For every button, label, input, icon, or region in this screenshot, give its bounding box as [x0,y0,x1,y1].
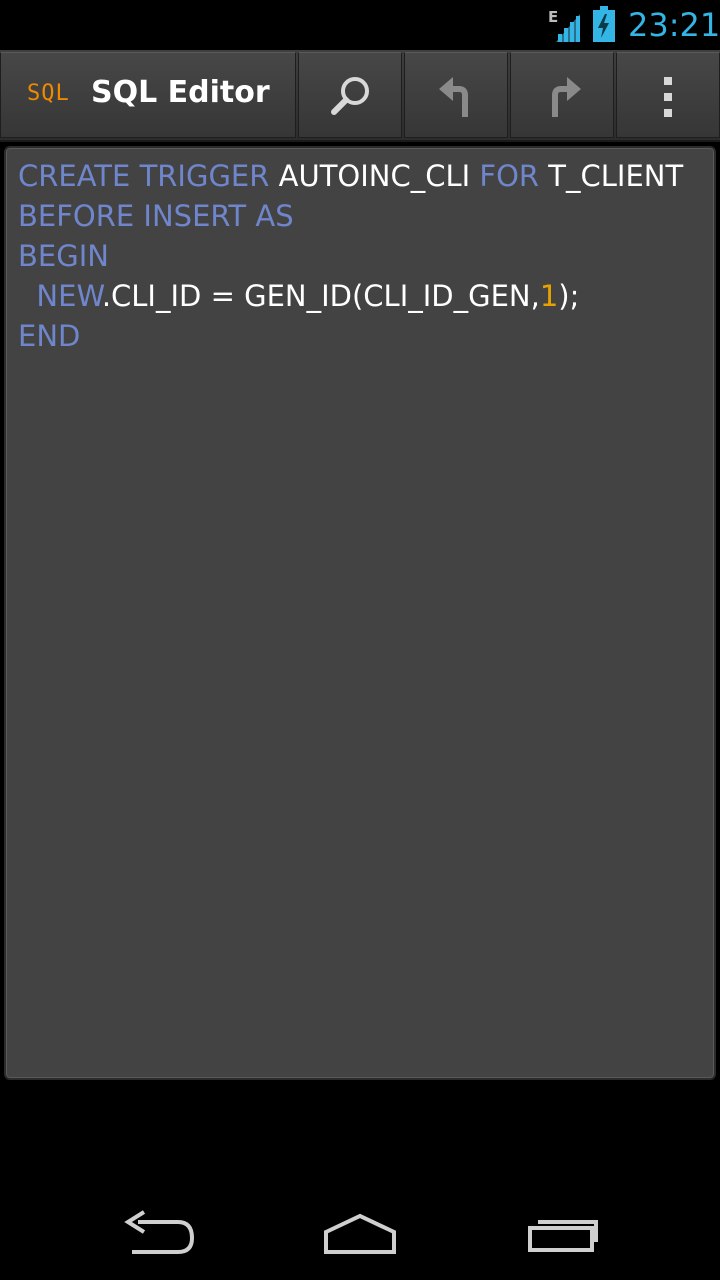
home-button[interactable] [300,1200,420,1270]
overflow-menu-button[interactable] [616,52,720,138]
sql-keyword: CREATE TRIGGER [18,159,279,193]
code-line: BEFORE INSERT AS [18,196,683,236]
sql-identifier: .CLI_ID = GEN_ID(CLI_ID_GEN, [101,279,540,313]
sql-keyword: FOR [479,159,549,193]
action-bar: SQL SQL Editor [0,50,720,142]
recent-apps-icon [528,1220,598,1252]
sql-identifier: AUTOINC_CLI [278,159,480,193]
battery-charging-icon [593,6,615,42]
code-line: END [18,316,683,356]
network-type-label: E [548,8,559,26]
sql-keyword: END [18,319,81,353]
code-line: BEGIN [18,236,683,276]
sql-keyword: NEW [18,279,102,313]
back-button[interactable] [100,1200,220,1270]
sql-number: 1 [539,279,559,313]
code-line: NEW.CLI_ID = GEN_ID(CLI_ID_GEN,1); [18,276,683,316]
sql-keyword: BEGIN [18,239,109,273]
home-icon [324,1213,396,1254]
status-bar: E 23:21 [0,0,720,50]
code-line: CREATE TRIGGER AUTOINC_CLI FOR T_CLIENT [18,156,683,196]
search-icon [331,77,369,115]
app-title: SQL Editor [91,75,270,110]
app-title-button[interactable]: SQL SQL Editor [0,52,296,138]
sql-identifier: ); [558,279,580,313]
sql-identifier: T_CLIENT [548,159,684,193]
overflow-menu-icon [664,77,672,117]
redo-button[interactable] [510,52,614,138]
recent-apps-button[interactable] [502,1200,622,1270]
app-logo: SQL [27,81,70,106]
sql-editor[interactable]: CREATE TRIGGER AUTOINC_CLI FOR T_CLIENT B… [4,146,716,1080]
screen: E 23:21 SQL SQL Editor CREATE TRIGGER AU… [0,0,720,1280]
back-icon [124,1210,195,1254]
sql-keyword: BEFORE INSERT AS [18,199,294,233]
undo-button[interactable] [404,52,508,138]
clock: 23:21 [628,6,720,44]
undo-icon [439,77,468,117]
redo-icon [552,77,581,117]
search-button[interactable] [298,52,402,138]
navigation-bar [0,1180,720,1280]
sql-code[interactable]: CREATE TRIGGER AUTOINC_CLI FOR T_CLIENT B… [18,156,683,356]
